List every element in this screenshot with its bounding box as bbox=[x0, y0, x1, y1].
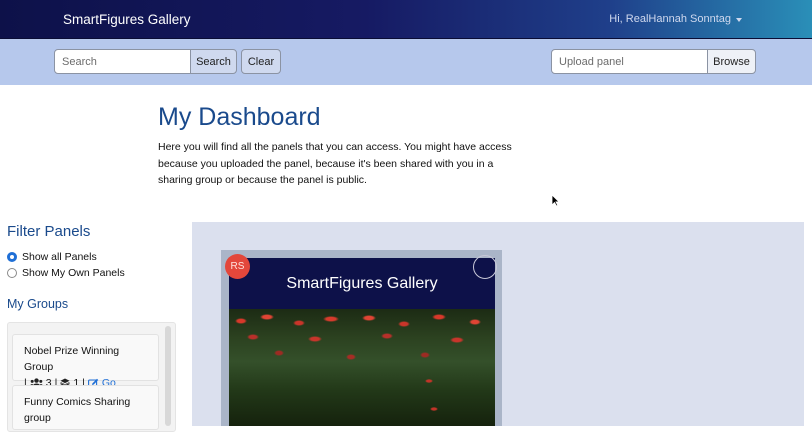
user-greeting[interactable]: Hi, RealHannah Sonntag bbox=[609, 13, 731, 25]
panel-thumbnail[interactable]: SmartFigures Gallery bbox=[229, 258, 495, 426]
select-panel-toggle[interactable] bbox=[473, 255, 497, 279]
filter-show-own[interactable]: Show My Own Panels bbox=[7, 267, 125, 279]
panel-image bbox=[229, 309, 495, 426]
group-card-nobel: Nobel Prize Winning Group | 3 | 1 | Go bbox=[12, 334, 159, 389]
group-name: Funny Comics Sharing group bbox=[24, 396, 131, 424]
clear-button[interactable]: Clear bbox=[241, 49, 281, 74]
intro-text: Here you will find all the panels that y… bbox=[158, 141, 512, 186]
upload-panel-input[interactable] bbox=[551, 49, 708, 74]
page-title: My Dashboard bbox=[158, 103, 321, 131]
toolbar: Search Clear Browse bbox=[0, 39, 812, 85]
filter-show-all[interactable]: Show all Panels bbox=[7, 251, 97, 263]
caret-down-icon[interactable] bbox=[736, 17, 742, 22]
owner-avatar: RS bbox=[225, 254, 250, 279]
groups-scrollbar[interactable] bbox=[165, 326, 171, 426]
filter-show-all-label: Show all Panels bbox=[22, 251, 97, 263]
radio-show-all[interactable] bbox=[7, 252, 17, 262]
top-navbar: SmartFigures Gallery Hi, RealHannah Sonn… bbox=[0, 0, 812, 39]
user-menu-dropdown[interactable]: Hi, RealHannah Sonntag bbox=[609, 13, 742, 25]
brand-link[interactable]: SmartFigures Gallery bbox=[63, 12, 191, 27]
search-input[interactable] bbox=[54, 49, 191, 74]
browse-button[interactable]: Browse bbox=[707, 49, 756, 74]
my-groups-heading: My Groups bbox=[7, 297, 69, 311]
filter-show-own-label: Show My Own Panels bbox=[22, 267, 125, 279]
group-name: Nobel Prize Winning Group bbox=[24, 345, 120, 373]
mouse-cursor-icon bbox=[551, 194, 560, 207]
search-button[interactable]: Search bbox=[190, 49, 237, 74]
radio-show-own[interactable] bbox=[7, 268, 17, 278]
filter-panels-heading: Filter Panels bbox=[7, 223, 91, 240]
group-card-funny-comics: Funny Comics Sharing group bbox=[12, 385, 159, 430]
panel-title: SmartFigures Gallery bbox=[286, 275, 438, 292]
